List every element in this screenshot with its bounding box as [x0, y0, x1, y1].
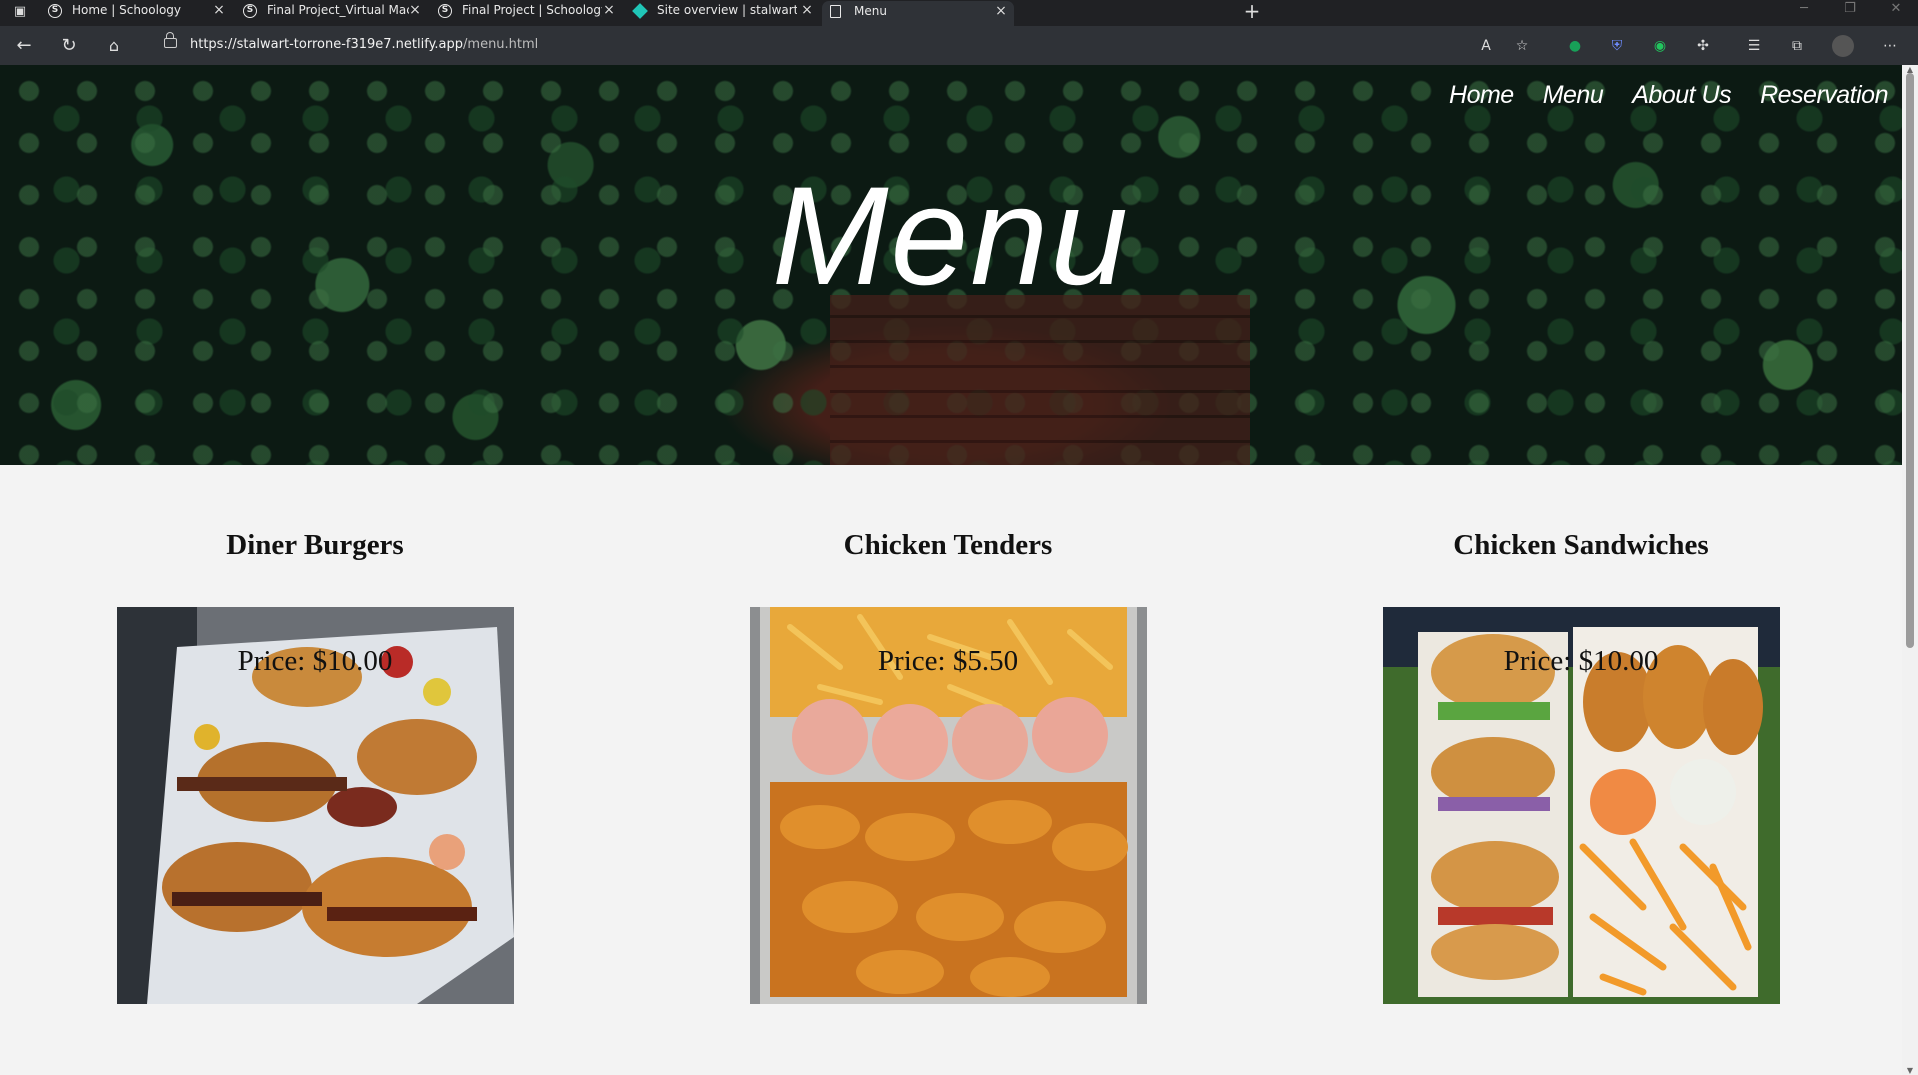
page-title: Menu: [771, 157, 1131, 314]
menu-item-price: Price: $10.00: [237, 645, 393, 677]
page-icon: [830, 5, 841, 18]
web-page: Home Menu About Us Reservation Menu Dine…: [0, 65, 1902, 1075]
scroll-down-arrow-icon[interactable]: ▼: [1902, 1066, 1918, 1075]
schoology-icon: S: [48, 4, 62, 18]
tab-title: Home | Schoology: [72, 3, 182, 17]
tab-final-project-vm[interactable]: S Final Project_Virtual Machine | Sc ×: [235, 0, 425, 26]
favorite-star-icon[interactable]: ☆: [1512, 36, 1532, 56]
home-icon[interactable]: ⌂: [103, 35, 125, 57]
schoology-icon: S: [438, 4, 452, 18]
more-menu-icon[interactable]: ⋯: [1880, 36, 1900, 56]
new-tab-button[interactable]: +: [1242, 0, 1262, 22]
tab-title: Site overview | stalwart-torrone-: [657, 3, 797, 17]
nav-link-about-us[interactable]: About Us: [1632, 81, 1731, 110]
tab-home-schoology[interactable]: S Home | Schoology ×: [40, 0, 230, 26]
tab-site-overview-netlify[interactable]: Site overview | stalwart-torrone- ×: [625, 0, 820, 26]
menu-item-title: Chicken Tenders: [843, 529, 1053, 561]
menu-item-title: Chicken Sandwiches: [1453, 529, 1709, 561]
close-window-icon[interactable]: ✕: [1886, 1, 1906, 16]
page-scrollbar[interactable]: ▲ ▼: [1902, 65, 1918, 1075]
menu-item-title: Diner Burgers: [226, 529, 404, 561]
schoology-icon: S: [243, 4, 257, 18]
browser-tab-strip: ▣ S Home | Schoology × S Final Project_V…: [0, 0, 1918, 26]
extension-shield-icon[interactable]: ⛨: [1607, 36, 1627, 56]
menu-item-chicken-tenders: Chicken Tenders: [738, 525, 1158, 1004]
scrollbar-thumb[interactable]: [1906, 73, 1914, 648]
tab-title: Menu: [854, 4, 887, 18]
menu-item-price: Price: $5.50: [877, 645, 1019, 677]
grammarly-icon[interactable]: ◉: [1650, 36, 1670, 56]
browser-toolbar: ← ↻ ⌂ https://stalwart-torrone-f319e7.ne…: [0, 26, 1918, 65]
close-icon[interactable]: ×: [408, 0, 422, 21]
menu-item-diner-burgers: Diner Burgers: [105, 525, 525, 1004]
menu-item-chicken-sandwiches: Chicken Sandwiches: [1371, 525, 1791, 1004]
close-icon[interactable]: ×: [602, 0, 616, 21]
tab-title: Final Project | Schoology: [462, 3, 602, 17]
close-icon[interactable]: ×: [994, 1, 1008, 22]
tab-menu-active[interactable]: Menu ×: [822, 1, 1014, 26]
extensions-icon[interactable]: ✣: [1693, 36, 1713, 56]
read-aloud-icon[interactable]: A: [1476, 36, 1496, 56]
favorites-icon[interactable]: ☰: [1744, 36, 1764, 56]
site-nav: Home Menu About Us Reservation: [1449, 81, 1888, 110]
extension-green-icon[interactable]: ●: [1565, 36, 1585, 56]
menu-item-price: Price: $10.00: [1503, 645, 1659, 677]
back-arrow-icon[interactable]: ←: [13, 35, 35, 57]
profile-avatar[interactable]: [1832, 35, 1854, 57]
close-icon[interactable]: ×: [212, 0, 226, 21]
nav-link-reservation[interactable]: Reservation: [1760, 81, 1888, 110]
minimize-icon[interactable]: ─: [1794, 1, 1814, 16]
nav-link-home[interactable]: Home: [1449, 81, 1514, 110]
restore-icon[interactable]: ❐: [1840, 1, 1860, 16]
hero-banner: Home Menu About Us Reservation Menu: [0, 65, 1902, 465]
tab-actions-icon[interactable]: ▣: [12, 5, 28, 19]
url-text: https://stalwart-torrone-f319e7.netlify.…: [190, 37, 539, 52]
collections-icon[interactable]: ⧉: [1787, 36, 1807, 56]
refresh-icon[interactable]: ↻: [58, 35, 80, 57]
lock-icon: [164, 32, 177, 48]
close-icon[interactable]: ×: [800, 0, 814, 21]
tab-title: Final Project_Virtual Machine | Sc: [267, 3, 409, 17]
address-bar[interactable]: https://stalwart-torrone-f319e7.netlify.…: [150, 31, 1540, 60]
tab-final-project-schoology[interactable]: S Final Project | Schoology ×: [430, 0, 620, 26]
netlify-icon: [632, 3, 648, 19]
nav-link-menu[interactable]: Menu: [1543, 81, 1604, 110]
